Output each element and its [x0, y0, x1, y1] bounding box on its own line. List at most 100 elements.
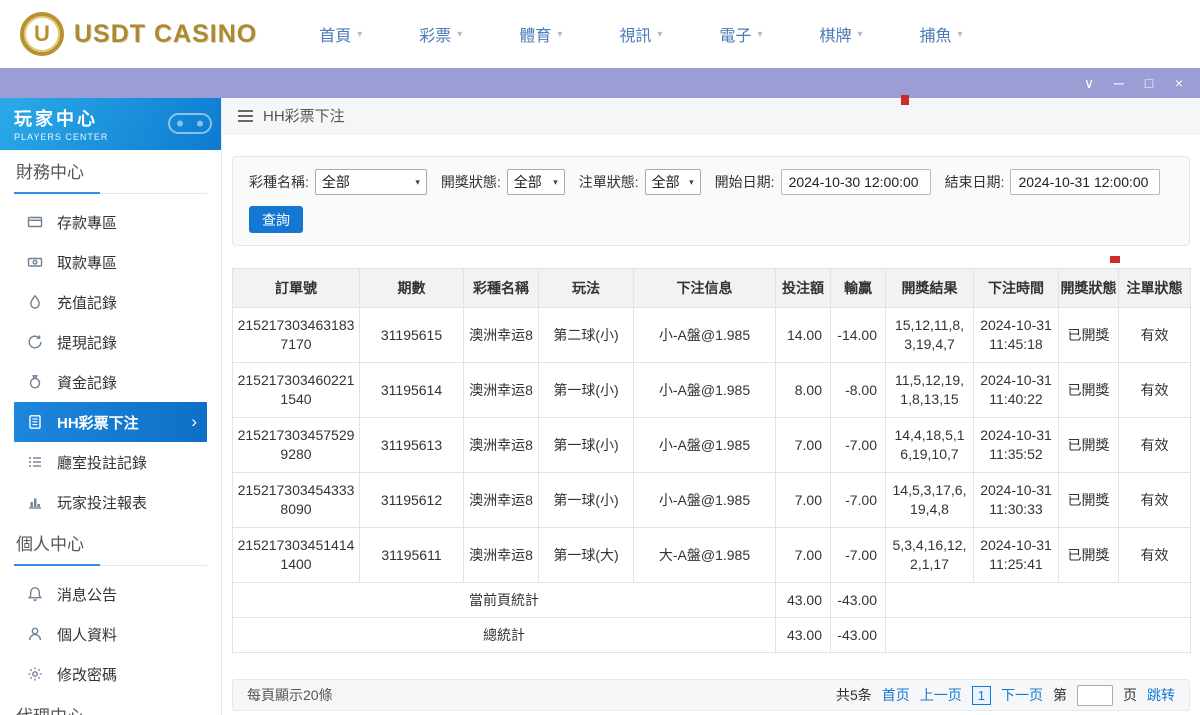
menu-toggle-icon[interactable] — [238, 109, 253, 122]
amount-cell: 7.00 — [775, 527, 831, 583]
draw-status-select[interactable]: 全部 ▾ — [506, 169, 565, 195]
col-header-draw-status: 開獎狀態 — [1058, 268, 1119, 308]
order-id-cell: 2152173034514141400 — [232, 527, 360, 583]
finance-menu-list: 存款專區 取款專區 充值記錄 提現記錄 資金記錄 HH彩票下注 › 廳室投註記錄… — [0, 194, 221, 522]
nav-item-slots[interactable]: 電子 ▾ — [719, 22, 762, 46]
finance-center-section-title: 財務中心 — [14, 152, 207, 194]
sidebar-item-withdrawal-records[interactable]: 提現記錄 — [14, 322, 207, 362]
main-area: 玩家中心 PLAYERS CENTER 財務中心 存款專區 取款專區 充值記錄 … — [0, 98, 1200, 715]
sidebar-item-change-password[interactable]: 修改密碼 — [14, 654, 207, 694]
order-id-cell: 2152173034575299280 — [232, 417, 360, 473]
finance-center-section: 財務中心 存款專區 取款專區 充值記錄 提現記錄 資金記錄 HH彩票下注 › 廳… — [0, 152, 221, 522]
chevron-down-icon: ▾ — [553, 176, 558, 187]
win-loss-cell: -7.00 — [830, 417, 886, 473]
bet-info-cell: 小-A盤@1.985 — [633, 307, 776, 363]
draw-status-value: 全部 — [513, 174, 542, 190]
start-date-filter: 開始日期: — [715, 169, 931, 195]
col-header-result: 開獎結果 — [885, 268, 974, 308]
table-row: 2152173034575299280 31195613 澳洲幸运8 第一球(小… — [232, 417, 1191, 473]
table-row: 2152173034543338090 31195612 澳洲幸运8 第一球(小… — [232, 472, 1191, 528]
player-report-icon — [26, 494, 43, 511]
nav-item-sports[interactable]: 體育 ▾ — [519, 22, 562, 46]
page-title: HH彩票下注 — [263, 108, 345, 125]
page-summary-label: 當前頁統計 — [232, 582, 776, 618]
bell-icon — [26, 586, 43, 603]
win-loss-cell: -7.00 — [830, 527, 886, 583]
chevron-down-icon: ▾ — [657, 28, 663, 40]
nav-item-lottery[interactable]: 彩票 ▾ — [419, 22, 462, 46]
search-button[interactable]: 查詢 — [249, 206, 303, 233]
prev-page-link[interactable]: 上一页 — [920, 685, 962, 705]
top-navigation: 首頁 ▾ 彩票 ▾ 體育 ▾ 視訊 ▾ 電子 ▾ 棋牌 ▾ 捕魚 ▾ — [319, 22, 962, 46]
sidebar-item-deposit[interactable]: 存款專區 — [14, 202, 207, 242]
sidebar-item-player-bet-report[interactable]: 玩家投注報表 — [14, 482, 207, 522]
bet-info-cell: 小-A盤@1.985 — [633, 417, 776, 473]
total-summary-amount: 43.00 — [775, 617, 831, 653]
jump-prefix-label: 第 — [1053, 687, 1067, 703]
order-status-value: 全部 — [651, 174, 680, 190]
nav-item-fishing[interactable]: 捕魚 ▾ — [920, 22, 963, 46]
next-page-link[interactable]: 下一页 — [1001, 685, 1043, 705]
bet-time-cell: 2024-10-31 11:25:41 — [973, 527, 1059, 583]
order-status-cell: 有效 — [1118, 527, 1191, 583]
recharge-record-icon — [26, 294, 43, 311]
sidebar-item-funds-records[interactable]: 資金記錄 — [14, 362, 207, 402]
total-count-label: 共5条 — [835, 687, 872, 703]
sidebar-item-label: 資金記錄 — [57, 374, 118, 392]
lottery-name-select[interactable]: 全部 ▾ — [314, 169, 427, 195]
draw-status-cell: 已開獎 — [1058, 362, 1119, 418]
win-loss-cell: -14.00 — [830, 307, 886, 363]
draw-status-label: 開獎狀態: — [440, 174, 501, 190]
period-cell: 31195612 — [359, 472, 464, 528]
result-cell: 5,3,4,16,12,2,1,17 — [885, 527, 974, 583]
col-header-bet-info: 下注信息 — [633, 268, 776, 308]
sidebar-item-withdraw[interactable]: 取款專區 — [14, 242, 207, 282]
close-button[interactable]: × — [1164, 68, 1194, 98]
personal-menu-list: 消息公告 個人資料 修改密碼 — [0, 566, 221, 694]
nav-item-live[interactable]: 視訊 ▾ — [619, 22, 662, 46]
order-id-cell: 2152173034602211540 — [232, 362, 360, 418]
order-id-cell: 2152173034631837170 — [232, 307, 360, 363]
table-row: 2152173034602211540 31195614 澳洲幸运8 第一球(小… — [232, 362, 1191, 418]
sidebar: 玩家中心 PLAYERS CENTER 財務中心 存款專區 取款專區 充值記錄 … — [0, 98, 222, 715]
current-page-indicator: 1 — [971, 685, 991, 705]
result-cell: 11,5,12,19,1,8,13,15 — [885, 362, 974, 418]
logo[interactable]: U USDT CASINO — [20, 12, 257, 56]
content-area: HH彩票下注 彩種名稱: 全部 ▾ 開獎狀態: 全部 ▾ 注單狀態: 全部 ▾ … — [222, 98, 1200, 715]
logo-text: USDT CASINO — [74, 19, 258, 48]
sidebar-item-hall-bet-records[interactable]: 廳室投註記錄 — [14, 442, 207, 482]
filter-panel: 彩種名稱: 全部 ▾ 開獎狀態: 全部 ▾ 注單狀態: 全部 ▾ 開始日期: 2… — [232, 156, 1190, 246]
withdraw-icon — [26, 254, 43, 271]
sidebar-item-profile[interactable]: 個人資料 — [14, 614, 207, 654]
maximize-button[interactable]: □ — [1134, 68, 1164, 98]
end-date-input[interactable] — [1010, 169, 1161, 195]
jump-page-input[interactable] — [1077, 684, 1113, 706]
sidebar-item-announcements[interactable]: 消息公告 — [14, 574, 207, 614]
page-header-bar: HH彩票下注 — [222, 98, 1200, 134]
sidebar-item-recharge-records[interactable]: 充值記錄 — [14, 282, 207, 322]
play-cell: 第一球(小) — [538, 417, 634, 473]
collapse-button[interactable]: ∨ — [1074, 68, 1104, 98]
order-status-cell: 有效 — [1118, 472, 1191, 528]
sidebar-item-label: HH彩票下注 — [57, 414, 139, 432]
chevron-down-icon: ▾ — [415, 176, 420, 187]
nav-item-home[interactable]: 首頁 ▾ — [319, 22, 362, 46]
period-cell: 31195615 — [359, 307, 464, 363]
nav-label: 棋牌 — [819, 28, 852, 45]
minimize-button[interactable]: ─ — [1104, 68, 1134, 98]
filter-row: 彩種名稱: 全部 ▾ 開獎狀態: 全部 ▾ 注單狀態: 全部 ▾ 開始日期: 2… — [249, 169, 1173, 195]
bet-info-cell: 大-A盤@1.985 — [633, 527, 776, 583]
bet-info-cell: 小-A盤@1.985 — [633, 472, 776, 528]
lottery-cell: 澳洲幸运8 — [463, 417, 539, 473]
start-date-input[interactable] — [780, 169, 931, 195]
chevron-down-icon: ▾ — [857, 28, 863, 40]
sidebar-item-hh-lottery-bets[interactable]: HH彩票下注 › — [14, 402, 207, 442]
chevron-down-icon: ▾ — [357, 28, 363, 40]
order-status-select[interactable]: 全部 ▾ — [644, 169, 701, 195]
chevron-right-icon: › — [191, 412, 197, 431]
jump-page-button[interactable]: 跳转 — [1147, 685, 1175, 705]
bet-time-cell: 2024-10-31 11:30:33 — [973, 472, 1059, 528]
jump-suffix-label: 页 — [1123, 687, 1137, 703]
first-page-link[interactable]: 首页 — [882, 685, 910, 705]
nav-item-cards[interactable]: 棋牌 ▾ — [819, 22, 862, 46]
